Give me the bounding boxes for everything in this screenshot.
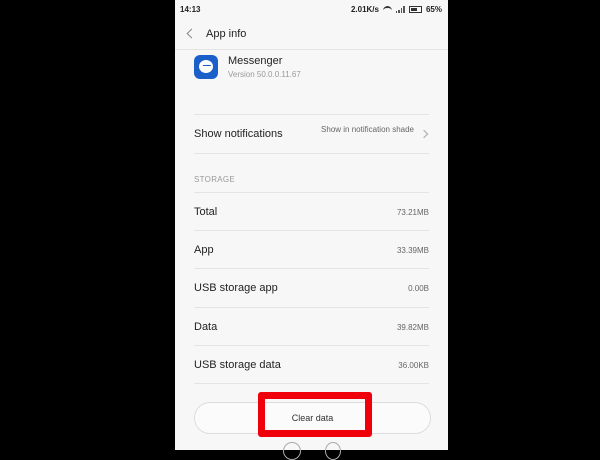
row-label: USB storage app xyxy=(194,282,278,294)
nav-icon[interactable] xyxy=(283,442,301,460)
messenger-icon xyxy=(194,55,218,79)
row-value: 36.00KB xyxy=(398,361,429,370)
app-name: Messenger xyxy=(228,55,283,67)
nav-icon[interactable] xyxy=(325,442,341,460)
signal-icon xyxy=(395,6,405,13)
row-value: 33.39MB xyxy=(396,246,429,255)
app-version: Version 50.0.0.11.67 xyxy=(228,70,301,79)
storage-row-data[interactable]: Data 39.82MB xyxy=(194,307,429,345)
status-time: 14:13 xyxy=(180,5,201,14)
phone-screen: 14:13 2.01K/s 65% App info Messenger Ver… xyxy=(175,0,448,450)
row-label: Total xyxy=(194,206,218,218)
row-value: 73.21MB xyxy=(396,208,429,217)
row-value: 39.82MB xyxy=(396,323,429,332)
app-header: App info xyxy=(175,19,448,49)
row-label: Show notifications xyxy=(194,128,283,140)
row-label: USB storage data xyxy=(194,359,281,371)
status-bar: 14:13 2.01K/s 65% xyxy=(175,0,448,19)
row-value: 0.00B xyxy=(408,284,429,293)
section-header-storage: STORAGE xyxy=(194,175,236,184)
page-title: App info xyxy=(206,28,247,40)
battery-level: 65% xyxy=(425,5,442,14)
divider xyxy=(194,153,429,154)
back-arrow-icon[interactable] xyxy=(186,28,197,39)
storage-row-app[interactable]: App 33.39MB xyxy=(194,230,429,268)
storage-row-total[interactable]: Total 73.21MB xyxy=(194,192,429,230)
clear-data-button[interactable]: Clear data xyxy=(194,402,431,434)
status-indicators: 2.01K/s 65% xyxy=(351,5,442,14)
row-label: App xyxy=(194,244,214,256)
storage-row-usb-data[interactable]: USB storage data 36.00KB xyxy=(194,345,429,383)
row-label: Data xyxy=(194,321,218,333)
notification-setting-value: Show in notification shade xyxy=(321,125,414,134)
header-divider xyxy=(175,49,448,50)
battery-icon xyxy=(408,6,422,13)
divider xyxy=(194,383,429,384)
storage-row-usb-app[interactable]: USB storage app 0.00B xyxy=(194,268,429,307)
network-speed: 2.01K/s xyxy=(350,5,379,14)
wifi-icon xyxy=(382,5,392,14)
